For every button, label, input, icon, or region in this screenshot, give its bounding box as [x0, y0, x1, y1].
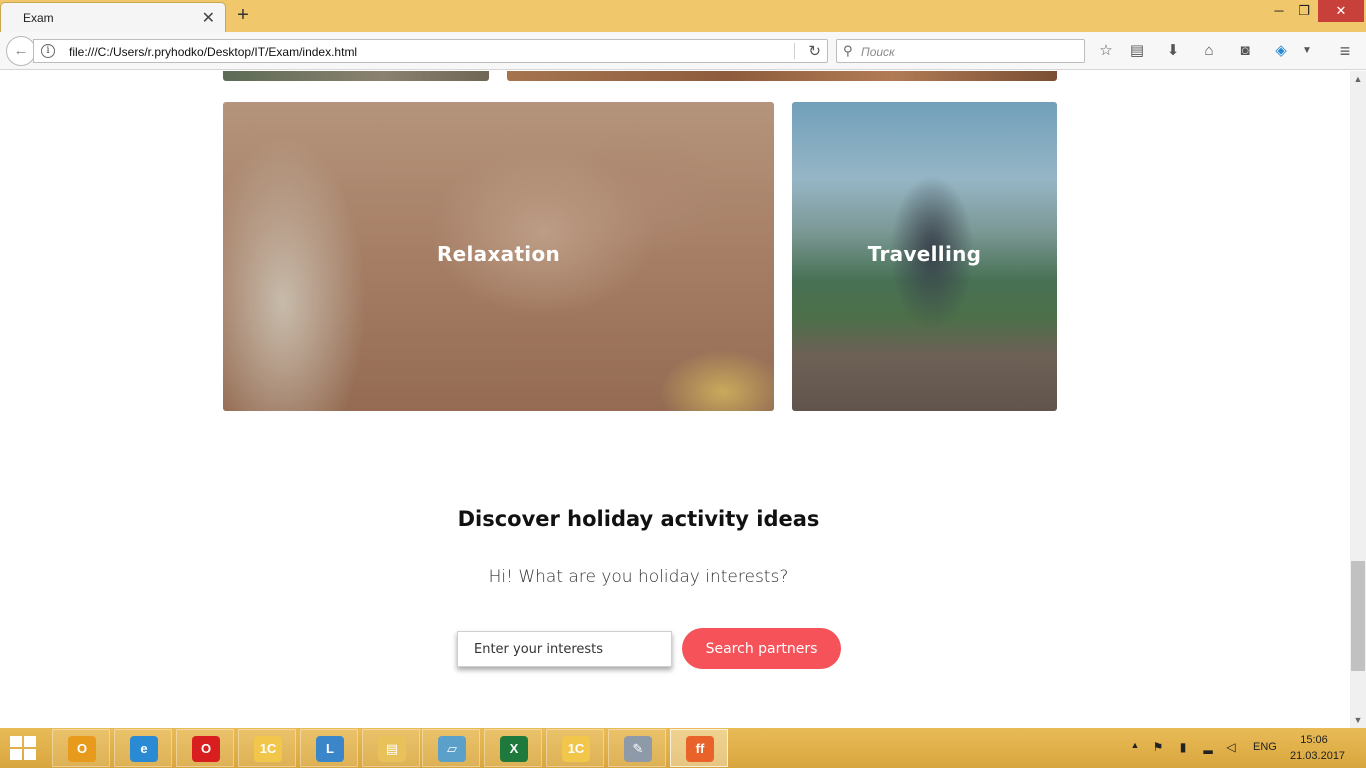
- section-subtitle: Hi! What are you holiday interests?: [488, 567, 789, 587]
- downloads-icon[interactable]: ⬇: [1163, 41, 1183, 61]
- taskbar-app-file-explorer[interactable]: ▤: [362, 729, 420, 767]
- firefox-icon: ff: [686, 736, 714, 762]
- card-label: Relaxation: [436, 242, 561, 266]
- 1c-second-icon: 1С: [562, 736, 590, 762]
- notes-app-icon: ▱: [438, 736, 466, 762]
- image-card-partial: [223, 71, 489, 81]
- activity-card-travelling[interactable]: Travelling: [792, 102, 1057, 411]
- tray-expand-icon[interactable]: ▲: [1127, 740, 1143, 750]
- browser-nav-bar: ← i file:///C:/Users/r.pryhodko/Desktop/…: [0, 32, 1366, 70]
- clock-date[interactable]: 21.03.2017: [1290, 750, 1345, 762]
- excel-icon: X: [500, 736, 528, 762]
- windows-start-icon[interactable]: [10, 736, 38, 760]
- url-text[interactable]: file:///C:/Users/r.pryhodko/Desktop/IT/E…: [69, 45, 357, 59]
- card-label: Travelling: [867, 242, 982, 266]
- scroll-thumb[interactable]: [1351, 561, 1365, 671]
- action-center-flag-icon[interactable]: ⚑: [1150, 740, 1166, 754]
- site-info-icon[interactable]: i: [41, 44, 55, 58]
- search-icon: ⚲: [843, 43, 853, 58]
- hamburger-menu-icon[interactable]: ≡: [1335, 41, 1355, 61]
- new-tab-icon[interactable]: +: [233, 4, 253, 27]
- outlook-icon: O: [68, 736, 96, 762]
- power-icon[interactable]: ▮: [1175, 740, 1191, 754]
- input-language[interactable]: ENG: [1253, 741, 1277, 753]
- taskbar-app-notes-app[interactable]: ▱: [422, 729, 480, 767]
- windows-taskbar: Oe O 1С L ▤ ▱ X 1С ✎ ff ▲ ⚑ ▮ ▂ ◁ ENG 15:06 21.03…: [0, 728, 1366, 768]
- browser-search-box[interactable]: ⚲ Поиск: [836, 39, 1085, 63]
- taskbar-app-remote-app[interactable]: L: [300, 729, 358, 767]
- network-signal-icon[interactable]: ▂: [1200, 740, 1216, 754]
- scroll-up-icon[interactable]: ▲: [1350, 71, 1366, 87]
- tab-title: Exam: [23, 11, 54, 25]
- file-explorer-icon: ▤: [378, 736, 406, 762]
- taskbar-app-firefox[interactable]: ff: [670, 729, 728, 767]
- taskbar-app-outlook[interactable]: O: [52, 729, 110, 767]
- 1c-icon: 1С: [254, 736, 282, 762]
- paint-icon: ✎: [624, 736, 652, 762]
- window-close-button[interactable]: ✕: [1318, 0, 1364, 22]
- bookmark-star-icon[interactable]: ☆: [1096, 41, 1116, 61]
- taskbar-app-excel[interactable]: X: [484, 729, 542, 767]
- extension-dropdown-icon[interactable]: ▼: [1297, 41, 1317, 61]
- tab-close-icon[interactable]: ✕: [202, 8, 215, 28]
- internet-explorer-icon: e: [130, 736, 158, 762]
- volume-muted-icon[interactable]: ◁: [1223, 740, 1239, 754]
- opera-icon: O: [192, 736, 220, 762]
- window-restore-button[interactable]: ❐: [1291, 0, 1317, 22]
- search-partners-button[interactable]: Search partners: [682, 628, 841, 669]
- taskbar-app-paint[interactable]: ✎: [608, 729, 666, 767]
- search-placeholder: Поиск: [861, 45, 895, 59]
- reading-list-icon[interactable]: ▤: [1127, 41, 1147, 61]
- pocket-icon[interactable]: ◙: [1235, 41, 1255, 61]
- image-card-partial: [507, 71, 1057, 81]
- url-separator: [794, 43, 795, 59]
- page-scrollbar[interactable]: ▲ ▼: [1350, 71, 1366, 728]
- activity-card-relaxation[interactable]: Relaxation: [223, 102, 774, 411]
- clock-time[interactable]: 15:06: [1293, 734, 1335, 746]
- page-viewport: Relaxation Travelling Discover holiday a…: [0, 71, 1350, 728]
- taskbar-app-1c[interactable]: 1С: [238, 729, 296, 767]
- extension-icon[interactable]: ◈: [1271, 41, 1291, 61]
- taskbar-app-1c-second[interactable]: 1С: [546, 729, 604, 767]
- browser-tab-strip: Exam ✕ + ─ ❐ ✕: [0, 0, 1366, 32]
- browser-tab-exam[interactable]: Exam ✕: [0, 2, 226, 32]
- home-icon[interactable]: ⌂: [1199, 41, 1219, 61]
- interests-input[interactable]: [457, 631, 672, 667]
- address-bar[interactable]: i file:///C:/Users/r.pryhodko/Desktop/IT…: [33, 39, 828, 63]
- taskbar-app-opera[interactable]: O: [176, 729, 234, 767]
- window-minimize-button[interactable]: ─: [1266, 0, 1292, 22]
- taskbar-app-internet-explorer[interactable]: e: [114, 729, 172, 767]
- reload-icon[interactable]: ↻: [808, 42, 821, 60]
- scroll-down-icon[interactable]: ▼: [1350, 712, 1366, 728]
- remote-app-icon: L: [316, 736, 344, 762]
- section-title: Discover holiday activity ideas: [457, 507, 820, 531]
- back-arrow-icon[interactable]: ←: [6, 36, 36, 66]
